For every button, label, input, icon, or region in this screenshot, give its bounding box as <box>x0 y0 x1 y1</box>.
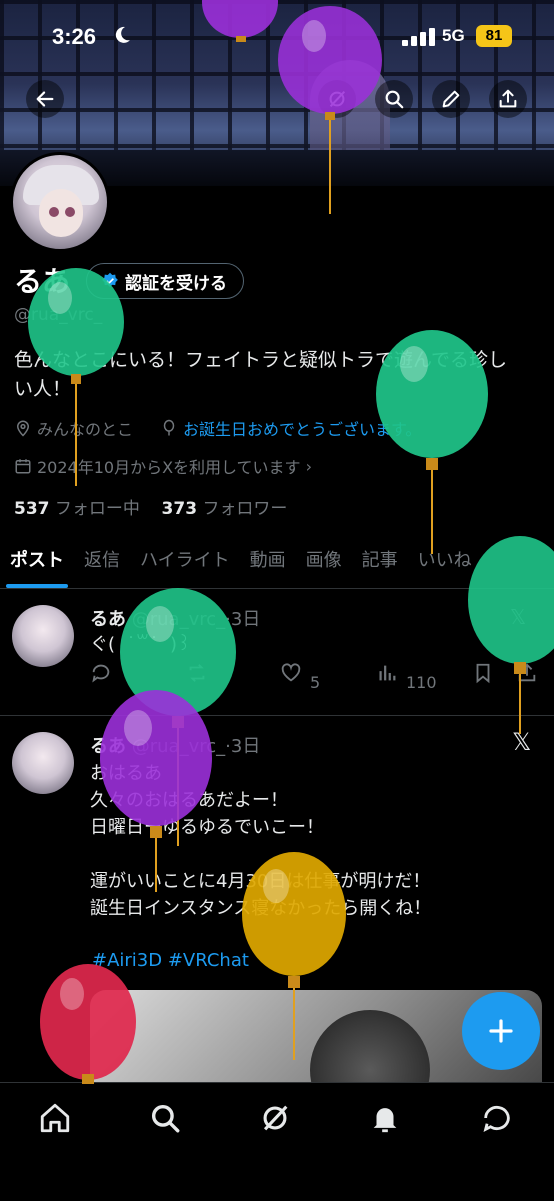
tab-articles[interactable]: 記事 <box>352 538 408 588</box>
following-count: 537 <box>14 499 50 519</box>
post-time: 3日 <box>230 736 261 757</box>
post-author: るあ <box>90 736 126 757</box>
bookmark-icon[interactable] <box>472 662 494 684</box>
profile-handle: @rua_vrc_ <box>14 305 103 325</box>
post-header: るあ @rua_vrc_·3日 <box>90 736 261 757</box>
pencil-icon <box>442 90 460 108</box>
tab-highlights[interactable]: ハイライト <box>130 538 240 588</box>
messages-icon[interactable] <box>480 1101 514 1135</box>
calendar-icon <box>15 459 31 474</box>
search-icon <box>385 90 404 109</box>
follow-stats: 537 フォロー中 373 フォロワー <box>14 494 287 519</box>
search-icon[interactable] <box>148 1101 182 1135</box>
post-handle: @rua_vrc_ <box>131 736 226 757</box>
grok-post-icon[interactable]: 𝕏 <box>510 605 526 629</box>
chevron-right-icon: › <box>305 456 312 476</box>
followers-count: 373 <box>161 499 198 519</box>
media-character <box>310 1010 430 1085</box>
grok-button[interactable] <box>318 80 356 118</box>
avatar-eye <box>49 207 59 217</box>
post-header: るあ @rua_vrc_·3日 <box>90 609 261 630</box>
bottom-navigation <box>0 1082 554 1201</box>
following-link[interactable]: 537 フォロー中 <box>14 499 140 519</box>
share-button[interactable] <box>489 80 527 118</box>
post-time: 3日 <box>230 609 261 630</box>
profile-avatar[interactable] <box>10 152 110 252</box>
grok-icon[interactable] <box>258 1101 292 1135</box>
reply-icon[interactable] <box>90 662 112 684</box>
views-count: 110 <box>406 673 437 692</box>
profile-tabs: ポスト 返信 ハイライト 動画 画像 記事 いいね <box>0 538 554 589</box>
status-time: 3:26 <box>52 24 97 49</box>
status-bar: 3:26 5G 81 <box>0 0 554 70</box>
notifications-bell-icon[interactable] <box>368 1101 402 1135</box>
location-pin-icon <box>16 420 30 437</box>
compose-post-button[interactable] <box>462 992 540 1070</box>
profile-birthday[interactable]: お誕生日おめでとうございます。 <box>160 416 421 440</box>
post-text: ぐ( ˙꒳˙ )꒱ <box>90 634 192 655</box>
back-arrow-icon <box>36 91 54 107</box>
followers-label: フォロワー <box>202 499 288 519</box>
post-avatar[interactable] <box>12 605 74 667</box>
signal-icon <box>402 28 435 46</box>
back-button[interactable] <box>26 80 64 118</box>
following-label: フォロー中 <box>54 499 140 519</box>
post-hashtags[interactable]: #Airi3D #VRChat <box>92 950 249 971</box>
display-name: るあ <box>14 265 71 298</box>
like-icon[interactable] <box>280 662 302 684</box>
tab-images[interactable]: 画像 <box>296 538 352 588</box>
bio-line: 色んなとこにいる！フェイトラと疑似トラで遊んでる珍し <box>14 349 508 371</box>
profile-bio: 色んなとこにいる！フェイトラと疑似トラで遊んでる珍し い人！ <box>14 346 544 404</box>
like-count: 5 <box>310 673 321 692</box>
avatar-eye <box>65 207 75 217</box>
get-verified-button[interactable]: 認証を受ける <box>86 263 244 299</box>
share-icon <box>499 89 517 108</box>
plus-icon <box>489 1019 513 1043</box>
tab-videos[interactable]: 動画 <box>240 538 296 588</box>
avatar-face <box>39 189 83 237</box>
battery-indicator: 81 <box>476 25 512 47</box>
verified-badge-icon <box>102 272 118 287</box>
network-type: 5G <box>442 26 465 45</box>
profile-location: みんなのとこ <box>14 416 133 440</box>
tab-likes[interactable]: いいね <box>408 538 482 588</box>
moon-icon <box>115 26 130 43</box>
share-icon[interactable] <box>516 662 538 684</box>
bio-line: い人！ <box>14 378 72 400</box>
balloon-icon <box>163 419 175 436</box>
home-icon[interactable] <box>38 1101 72 1135</box>
location-text: みんなのとこ <box>37 420 134 439</box>
search-button[interactable] <box>375 80 413 118</box>
followers-link[interactable]: 373 フォロワー <box>162 499 288 519</box>
post-item[interactable]: るあ @rua_vrc_·3日 𝕏 ぐ( ˙꒳˙ )꒱ 5 110 <box>0 589 554 716</box>
tab-replies[interactable]: 返信 <box>74 538 130 588</box>
repost-icon[interactable] <box>186 662 208 684</box>
get-verified-label: 認証を受ける <box>125 273 227 294</box>
birthday-text[interactable]: お誕生日おめでとうございます。 <box>183 416 421 440</box>
post-handle: @rua_vrc_ <box>131 609 226 630</box>
post-text: おはるあ 久々のおはるあだよー！ 日曜日ーゆるゆるでいこー！ 運がいいことに4月… <box>90 763 432 919</box>
views-icon[interactable] <box>376 662 398 684</box>
joined-text: 2024年10月からXを利用しています <box>37 458 301 477</box>
profile-joined[interactable]: 2024年10月からXを利用しています › <box>14 454 312 478</box>
tab-posts[interactable]: ポスト <box>0 538 74 588</box>
post-author: るあ <box>90 609 126 630</box>
grok-icon <box>329 90 346 108</box>
grok-post-icon[interactable]: 𝕏 <box>512 728 531 756</box>
post-avatar[interactable] <box>12 732 74 794</box>
edit-button[interactable] <box>432 80 470 118</box>
